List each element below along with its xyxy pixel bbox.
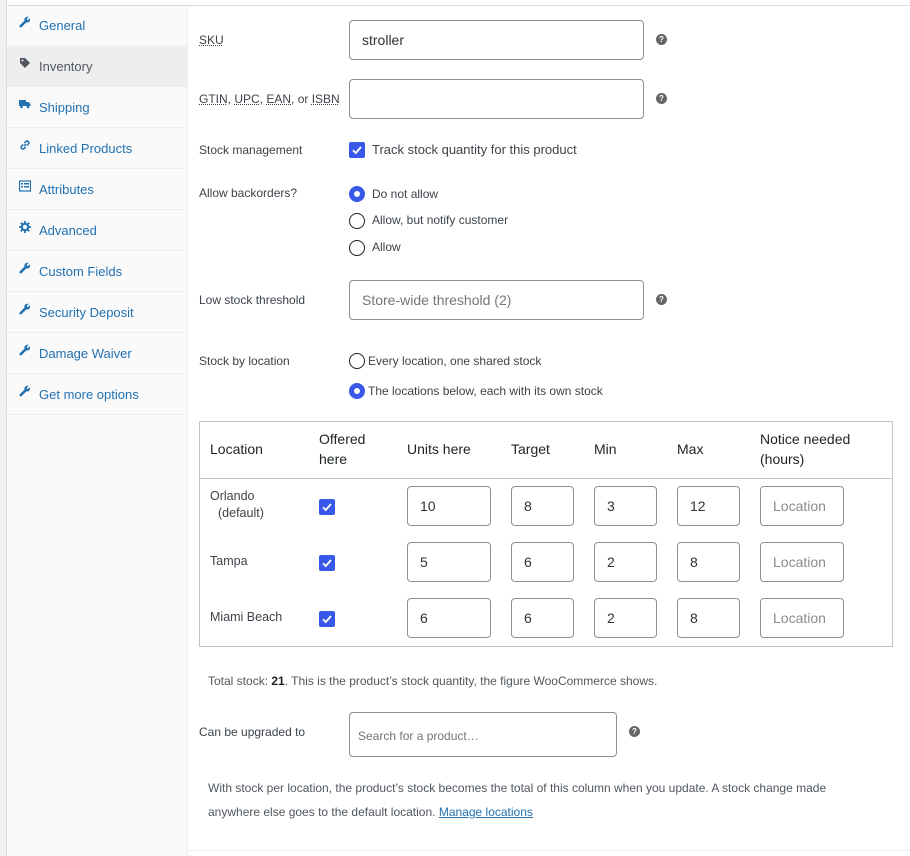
offered-checkbox[interactable] — [319, 611, 335, 627]
backorders-label: Allow backorders? — [199, 186, 298, 200]
tab-custom-fields[interactable]: Custom Fields — [7, 252, 187, 292]
col-header-target: Target — [511, 441, 550, 457]
total-stock-value: 21 — [271, 674, 285, 688]
units-input[interactable]: 10 — [407, 486, 491, 526]
gtin-input[interactable] — [349, 79, 644, 119]
checkmark-icon — [322, 615, 332, 624]
tab-inventory[interactable]: Inventory — [7, 47, 187, 87]
track-stock-checkbox[interactable] — [349, 142, 365, 158]
sku-label: SKU — [199, 33, 224, 47]
low-stock-input[interactable]: Store-wide threshold (2) — [349, 280, 644, 320]
backorders-radio-allow[interactable] — [349, 240, 365, 256]
offered-checkbox[interactable] — [319, 555, 335, 571]
tab-advanced[interactable]: Advanced — [7, 211, 187, 251]
product-data-panel: General Inventory Shipping Linked Produc… — [6, 0, 910, 856]
list-icon — [18, 179, 32, 193]
location-name: Orlando (default) — [210, 489, 264, 520]
min-input[interactable]: 2 — [594, 598, 657, 638]
radio-label: Allow, but notify customer — [372, 213, 509, 227]
notice-input[interactable]: Location — [760, 598, 844, 638]
wrench-icon — [18, 343, 32, 357]
locations-table: Location Offered here Units here Target M… — [199, 421, 893, 647]
product-data-tabs: General Inventory Shipping Linked Produc… — [7, 6, 188, 856]
wrench-icon — [18, 261, 32, 275]
upgrade-product-search[interactable]: Search for a product… — [349, 712, 617, 757]
tab-label: Advanced — [39, 223, 97, 238]
units-input[interactable]: 6 — [407, 598, 491, 638]
truck-icon — [18, 97, 32, 111]
header-divider — [200, 478, 892, 479]
sku-input[interactable]: stroller — [349, 20, 644, 60]
gtin-label: GTIN, UPC, EAN, or ISBN — [199, 92, 340, 106]
target-input[interactable]: 6 — [511, 542, 574, 582]
max-input[interactable]: 8 — [677, 542, 740, 582]
checkmark-icon — [322, 503, 332, 512]
checkmark-icon — [352, 146, 362, 155]
tab-label: Inventory — [39, 59, 93, 74]
radio-label: Every location, one shared stock — [368, 354, 542, 368]
tab-shipping[interactable]: Shipping — [7, 88, 187, 128]
units-input[interactable]: 5 — [407, 542, 491, 582]
manage-locations-link[interactable]: Manage locations — [439, 805, 533, 819]
stock-by-location-label: Stock by location — [199, 354, 290, 368]
tab-label: Linked Products — [39, 141, 133, 156]
help-icon[interactable]: ? — [656, 294, 667, 305]
offered-checkbox[interactable] — [319, 499, 335, 515]
col-header-max: Max — [677, 441, 704, 457]
checkmark-icon — [322, 559, 332, 568]
backorders-radio-do-not-allow[interactable] — [349, 186, 365, 202]
col-header-units: Units here — [407, 441, 471, 457]
target-input[interactable]: 8 — [511, 486, 574, 526]
wrench-icon — [18, 384, 32, 398]
wrench-icon — [18, 15, 32, 29]
track-stock-label: Track stock quantity for this product — [372, 142, 577, 157]
help-icon[interactable]: ? — [629, 726, 640, 737]
location-name: Miami Beach — [210, 610, 283, 624]
stock-footnote: With stock per location, the product’s s… — [208, 781, 827, 819]
tab-attributes[interactable]: Attributes — [7, 170, 187, 210]
col-header-offered: Offered here — [319, 431, 366, 467]
min-input[interactable]: 2 — [594, 542, 657, 582]
wrench-icon — [18, 302, 32, 316]
gear-icon — [18, 220, 32, 234]
tab-label: Damage Waiver — [39, 346, 132, 361]
tab-linked-products[interactable]: Linked Products — [7, 129, 187, 169]
link-icon — [18, 138, 32, 152]
upgrade-label: Can be upgraded to — [199, 725, 306, 739]
stock-management-label: Stock management — [199, 143, 303, 157]
tab-label: Security Deposit — [39, 305, 134, 320]
location-name: Tampa — [210, 554, 248, 568]
tab-general[interactable]: General — [7, 6, 187, 46]
radio-label: Do not allow — [372, 187, 439, 201]
tab-label: Get more options — [39, 387, 139, 402]
bottom-divider — [187, 850, 910, 851]
stock-radio-per-location[interactable] — [349, 383, 365, 399]
col-header-min: Min — [594, 441, 617, 457]
min-input[interactable]: 3 — [594, 486, 657, 526]
radio-label: Allow — [372, 240, 401, 254]
tab-label: General — [39, 18, 86, 33]
col-header-notice: Notice needed (hours) — [760, 431, 851, 467]
help-icon[interactable]: ? — [656, 93, 667, 104]
tab-label: Attributes — [39, 182, 94, 197]
stock-radio-shared[interactable] — [349, 353, 365, 369]
notice-input[interactable]: Location — [760, 486, 844, 526]
max-input[interactable]: 12 — [677, 486, 740, 526]
tab-label: Shipping — [39, 100, 90, 115]
radio-label: The locations below, each with its own s… — [368, 384, 603, 398]
tab-get-more-options[interactable]: Get more options — [7, 375, 187, 415]
low-stock-label: Low stock threshold — [199, 293, 306, 307]
total-stock-note: Total stock: 21. This is the product’s s… — [208, 674, 658, 688]
target-input[interactable]: 6 — [511, 598, 574, 638]
tab-security-deposit[interactable]: Security Deposit — [7, 293, 187, 333]
tab-label: Custom Fields — [39, 264, 123, 279]
col-header-location: Location — [210, 441, 263, 457]
tag-icon — [18, 56, 32, 70]
backorders-radio-notify[interactable] — [349, 213, 365, 229]
help-icon[interactable]: ? — [656, 34, 667, 45]
tab-damage-waiver[interactable]: Damage Waiver — [7, 334, 187, 374]
notice-input[interactable]: Location — [760, 542, 844, 582]
max-input[interactable]: 8 — [677, 598, 740, 638]
